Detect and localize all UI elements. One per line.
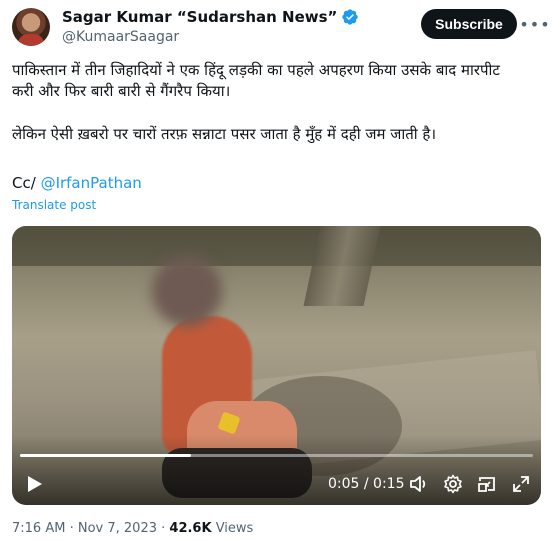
mention-link[interactable]: @IrfanPathan [41, 174, 142, 192]
tweet-metadata: 7:16 AM · Nov 7, 2023 · 42.6K Views [12, 521, 253, 536]
video-progress-bar[interactable] [20, 454, 533, 457]
subscribe-button[interactable]: Subscribe [421, 9, 517, 39]
video-player[interactable]: 0:05 / 0:15 [12, 226, 541, 505]
tweet-card: Sagar Kumar “Sudarshan News” @KumaarSaag… [0, 0, 560, 541]
video-progress-fill [20, 454, 191, 457]
volume-icon[interactable] [408, 472, 430, 496]
tweet-text-paragraph-2: लेकिन ऐसी ख़बरो पर चारों तरफ़ सन्नाटा पस… [12, 125, 437, 143]
fullscreen-icon[interactable] [510, 472, 532, 496]
cc-line: Cc/ @IrfanPathan [12, 174, 142, 192]
tweet-text-paragraph-1: पाकिस्तान में तीन जिहादियों ने एक हिंदू … [12, 61, 500, 100]
avatar[interactable] [12, 8, 50, 46]
video-timecode: 0:05 / 0:15 [328, 476, 405, 492]
author-name-row: Sagar Kumar “Sudarshan News” [62, 8, 359, 26]
cc-prefix: Cc/ [12, 174, 36, 192]
more-icon[interactable]: ••• [519, 13, 549, 35]
picture-in-picture-icon[interactable] [476, 472, 498, 496]
author-name[interactable]: Sagar Kumar “Sudarshan News” [62, 8, 337, 26]
author-handle[interactable]: @KumaarSaagar [62, 29, 179, 45]
views-count: 42.6K [169, 521, 212, 536]
verified-badge-icon [342, 9, 359, 25]
meta-separator: · [161, 521, 166, 536]
tweet-time[interactable]: 7:16 AM [12, 521, 65, 536]
translate-post-link[interactable]: Translate post [12, 198, 96, 212]
blurred-face [152, 256, 222, 326]
meta-separator: · [69, 521, 74, 536]
tweet-date[interactable]: Nov 7, 2023 [78, 521, 157, 536]
settings-gear-icon[interactable] [442, 472, 464, 496]
play-icon[interactable] [24, 472, 46, 496]
views-label: Views [215, 521, 254, 536]
